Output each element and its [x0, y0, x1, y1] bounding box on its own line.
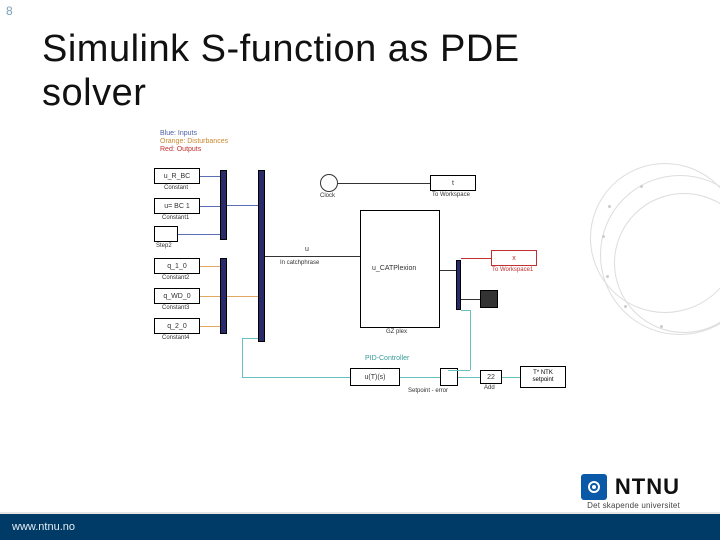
block-q3: q_2_0 [154, 318, 200, 334]
lbl-gz: GZ plex [386, 329, 407, 335]
lbl-constant5: Constant4 [162, 335, 189, 341]
legend-blue: Blue: Inputs [160, 130, 197, 137]
mux-orange [220, 258, 227, 334]
wire [338, 183, 430, 184]
wire [265, 256, 360, 257]
wire-cyan [458, 377, 480, 378]
dot [660, 325, 663, 328]
dot [602, 235, 605, 238]
footer-bar [0, 514, 720, 540]
block-pid: u(T)(s) [350, 368, 400, 386]
dot [606, 275, 609, 278]
block-to-workspace-t: t [430, 175, 476, 191]
wire [200, 206, 220, 207]
mux-main [258, 170, 265, 342]
logo-tagline: Det skapende universitet [587, 501, 680, 510]
dot [608, 205, 611, 208]
logo-mark [581, 474, 607, 500]
block-q2: q_WD_0 [154, 288, 200, 304]
wire [200, 266, 220, 267]
block-q2-label: q_WD_0 [163, 293, 190, 300]
block-to-workspace-x: x [491, 250, 537, 266]
wire [200, 326, 220, 327]
wire-cyan [242, 377, 350, 378]
wire-red [461, 258, 491, 259]
dot [640, 185, 643, 188]
pid-block-label: u(T)(s) [365, 374, 386, 381]
page-number: 8 [6, 4, 13, 18]
lbl-step: Step2 [156, 243, 172, 249]
dot [624, 305, 627, 308]
lbl-pid: PID-Controller [365, 355, 409, 362]
block-constant-rbc-label: u_R_BC [164, 173, 190, 180]
lbl-add: Add [484, 385, 495, 391]
wire [200, 176, 220, 177]
block-constant-bc1-label: u= BC 1 [164, 203, 190, 210]
lbl-constant1: Constant [164, 185, 188, 191]
wire [461, 299, 480, 300]
logo-ring-icon [588, 481, 600, 493]
mux-blue [220, 170, 227, 240]
wire-cyan [242, 338, 258, 339]
ntnu-logo: NTNU [581, 474, 680, 500]
to-workspace-t-label: t [452, 180, 454, 187]
lbl-to-workspace2: To Workspace1 [492, 267, 533, 273]
block-setpoint: T* NTK setpoint [520, 366, 566, 388]
wire-cyan [448, 370, 470, 371]
block-q1: q_1_0 [154, 258, 200, 274]
wire-cyan [461, 310, 470, 311]
slide: 8 Simulink S-function as PDE solver Blue… [0, 0, 720, 540]
logo-text: NTNU [615, 474, 680, 500]
lbl-constant3: Constant2 [162, 275, 189, 281]
wire [440, 270, 456, 271]
block-q1-label: q_1_0 [167, 263, 186, 270]
block-constant-bc1: u= BC 1 [154, 198, 200, 214]
wire [200, 296, 220, 297]
clock-icon [320, 174, 338, 192]
wire [227, 205, 258, 206]
lbl-setpoint-error: Setpoint - error [408, 388, 448, 394]
wire [227, 296, 258, 297]
wire [178, 234, 220, 235]
page-title: Simulink S-function as PDE solver [42, 28, 520, 115]
wire-cyan [470, 310, 471, 370]
lbl-mux-u: u [305, 246, 309, 253]
wire-cyan [242, 338, 243, 377]
sp-line2: setpoint [532, 377, 553, 384]
demux [456, 260, 461, 310]
legend-orange: Orange: Disturbances [160, 138, 228, 145]
legend-red: Red: Outputs [160, 146, 201, 153]
lbl-clock: Clock [320, 193, 335, 199]
sp-line1: T* NTK [533, 370, 553, 377]
block-setpoint-val: 22 [480, 370, 502, 384]
block-constant-rbc: u_R_BC [154, 168, 200, 184]
block-scope [480, 290, 498, 308]
wire-cyan [502, 377, 520, 378]
to-workspace-x-label: x [512, 255, 516, 262]
lbl-constant4: Constant3 [162, 305, 189, 311]
decorative-rings [600, 175, 720, 335]
lbl-constant2: Constant1 [162, 215, 189, 221]
sfunction-label: u_CATPlexion [372, 265, 416, 272]
lbl-catchphrase: In catchphrase [280, 260, 319, 266]
footer-url: www.ntnu.no [12, 514, 75, 540]
setpoint-val-label: 22 [487, 374, 495, 381]
title-line2: solver [42, 72, 146, 114]
wire-cyan [400, 377, 440, 378]
title-line1: Simulink S-function as PDE [42, 28, 520, 70]
block-step [154, 226, 178, 242]
logo-dot-icon [592, 485, 596, 489]
simulink-diagram: Blue: Inputs Orange: Disturbances Red: O… [150, 130, 570, 430]
block-q3-label: q_2_0 [167, 323, 186, 330]
lbl-to-workspace: To Workspace [432, 192, 470, 198]
